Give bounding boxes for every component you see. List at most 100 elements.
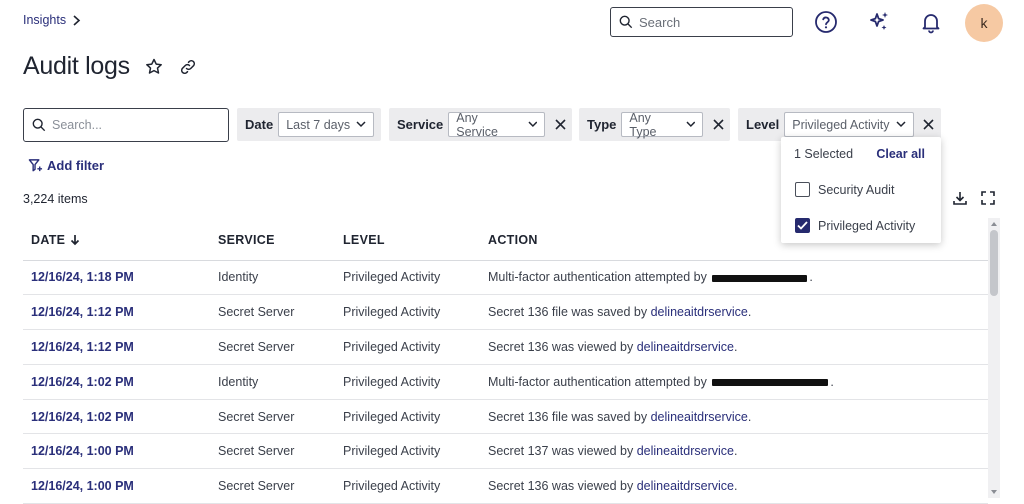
action-text: Secret 136 was viewed by	[488, 479, 634, 494]
action-user-link[interactable]: delineaitdrservice	[637, 479, 734, 493]
table-row[interactable]: 12/16/24, 1:00 PM Secret Server Privileged…	[23, 468, 988, 504]
cell-level: Privileged Activity	[335, 329, 480, 365]
global-search-input[interactable]: Search	[610, 7, 793, 37]
dropdown-header: 1 Selected Clear all	[781, 137, 941, 161]
user-avatar[interactable]: k	[965, 4, 1003, 42]
table-scrollbar[interactable]	[988, 218, 1000, 498]
column-header-date-label: DATE	[31, 232, 66, 247]
selected-count: 1 Selected	[794, 147, 854, 161]
audit-log-table: DATE SERVICE LEVEL ACTION 12/16/24, 1:18…	[23, 220, 988, 504]
type-filter-label: Type	[587, 117, 617, 132]
checkbox-privileged-activity[interactable]	[795, 218, 810, 233]
arrow-down-icon	[71, 234, 80, 245]
action-suffix: .	[809, 270, 813, 285]
type-filter-remove-button[interactable]	[710, 117, 726, 133]
action-user-link[interactable]: delineaitdrservice	[637, 340, 734, 354]
notifications-button[interactable]	[917, 8, 945, 36]
sparkles-icon	[870, 12, 888, 30]
option-security-audit-label: Security Audit	[818, 182, 895, 197]
cell-date[interactable]: 12/16/24, 1:00 PM	[23, 468, 210, 504]
table-row[interactable]: 12/16/24, 1:18 PM Identity Privileged Acti…	[23, 260, 988, 296]
table-row[interactable]: 12/16/24, 1:12 PM Secret Server Privileged…	[23, 294, 988, 331]
redacted-user	[712, 274, 808, 282]
action-suffix: .	[733, 479, 738, 494]
action-user-link[interactable]: delineaitdrservice	[651, 410, 748, 424]
cell-level: Privileged Activity	[335, 260, 480, 296]
cell-service: Identity	[210, 364, 335, 400]
cell-action: Multi-factor authentication attempted by…	[480, 260, 988, 296]
cell-action: Secret 136 file was saved by delineaitdr…	[480, 399, 988, 435]
search-icon	[619, 15, 633, 29]
cell-date[interactable]: 12/16/24, 1:02 PM	[23, 364, 210, 400]
filter-search-placeholder: Search...	[52, 118, 103, 132]
cell-date[interactable]: 12/16/24, 1:12 PM	[23, 294, 210, 331]
breadcrumb-insights[interactable]: Insights	[23, 13, 66, 27]
checkmark-icon	[797, 221, 808, 230]
action-text: Secret 136 was viewed by	[488, 339, 634, 354]
filter-plus-icon	[28, 159, 43, 172]
filter-search-input[interactable]: Search...	[23, 108, 229, 142]
action-text: Secret 136 file was saved by	[488, 305, 648, 320]
checkbox-security-audit[interactable]	[795, 182, 810, 197]
star-icon[interactable]	[144, 57, 164, 77]
level-filter-value: Privileged Activity	[792, 117, 890, 132]
chevron-down-icon	[895, 121, 906, 128]
table-row[interactable]: 12/16/24, 1:02 PM Secret Server Privileged…	[23, 399, 988, 435]
breadcrumb[interactable]: Insights	[23, 13, 81, 27]
cell-date[interactable]: 12/16/24, 1:02 PM	[23, 399, 210, 435]
action-text: Multi-factor authentication attempted by	[488, 374, 707, 389]
scroll-up-arrow[interactable]	[991, 222, 997, 226]
level-filter-label: Level	[746, 117, 780, 132]
download-icon[interactable]	[952, 190, 968, 206]
column-header-level[interactable]: LEVEL	[335, 220, 480, 261]
page-title: Audit logs	[23, 52, 130, 80]
action-user-link[interactable]: delineaitdrservice	[637, 444, 734, 458]
help-button[interactable]	[812, 8, 840, 36]
link-icon[interactable]	[178, 57, 198, 77]
service-filter-remove-button[interactable]	[552, 117, 568, 133]
table-row[interactable]: 12/16/24, 1:12 PM Secret Server Privileged…	[23, 329, 988, 365]
level-filter-select[interactable]: Privileged Activity	[784, 112, 914, 137]
table-row[interactable]: 12/16/24, 1:02 PM Identity Privileged Acti…	[23, 364, 988, 400]
ai-assistant-button[interactable]	[865, 8, 893, 36]
column-header-date[interactable]: DATE	[23, 220, 210, 261]
table-row[interactable]: 12/16/24, 1:00 PM Secret Server Privileged…	[23, 433, 988, 470]
option-privileged-activity-label: Privileged Activity	[818, 218, 916, 233]
close-icon	[923, 119, 934, 130]
column-header-service-label: SERVICE	[218, 232, 275, 247]
action-text: Secret 136 file was saved by	[488, 409, 648, 424]
scroll-thumb[interactable]	[990, 230, 998, 296]
option-privileged-activity[interactable]: Privileged Activity	[795, 218, 915, 233]
service-filter-value: Any Service	[456, 110, 498, 139]
chevron-down-icon	[686, 121, 695, 127]
add-filter-label: Add filter	[47, 158, 105, 173]
action-text: Multi-factor authentication attempted by	[488, 270, 707, 285]
global-search-placeholder: Search	[639, 14, 681, 30]
clear-all-button[interactable]: Clear all	[876, 147, 925, 161]
column-header-service[interactable]: SERVICE	[210, 220, 335, 261]
level-filter-remove-button[interactable]	[921, 117, 937, 133]
redacted-user	[712, 378, 829, 386]
option-security-audit[interactable]: Security Audit	[795, 182, 894, 197]
scroll-down-arrow[interactable]	[991, 490, 997, 494]
cell-service: Secret Server	[210, 329, 335, 365]
cell-date[interactable]: 12/16/24, 1:18 PM	[23, 260, 210, 296]
cell-service: Secret Server	[210, 294, 335, 331]
date-filter-value: Last 7 days	[286, 117, 351, 132]
cell-date[interactable]: 12/16/24, 1:12 PM	[23, 329, 210, 365]
cell-level: Privileged Activity	[335, 468, 480, 504]
date-filter-select[interactable]: Last 7 days	[278, 112, 375, 137]
help-icon	[815, 11, 837, 33]
fullscreen-icon[interactable]	[980, 190, 996, 206]
action-suffix: .	[747, 409, 752, 424]
type-filter-select[interactable]: Any Type	[621, 111, 704, 139]
cell-date[interactable]: 12/16/24, 1:00 PM	[23, 433, 210, 470]
date-filter-chip: Date Last 7 days	[237, 108, 381, 141]
close-icon	[555, 119, 566, 130]
cell-action: Multi-factor authentication attempted by…	[480, 364, 988, 400]
date-filter-label: Date	[245, 117, 274, 132]
service-filter-chip: Service Any Service	[389, 108, 572, 141]
add-filter-button[interactable]: Add filter	[28, 158, 104, 173]
action-user-link[interactable]: delineaitdrservice	[651, 305, 748, 319]
service-filter-select[interactable]: Any Service	[448, 110, 546, 139]
